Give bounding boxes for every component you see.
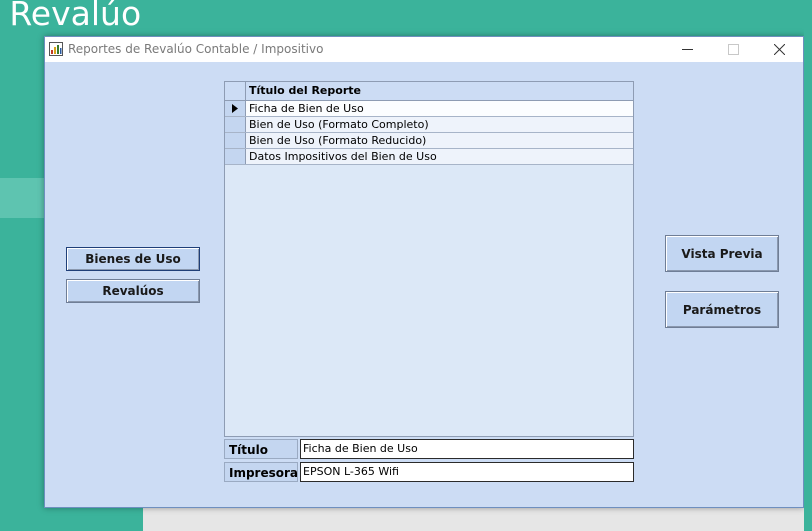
grid-header: Título del Reporte [225,82,633,101]
minimize-icon [682,49,693,50]
close-icon [774,44,785,55]
grid-header-indicator [225,82,246,100]
maximize-icon [728,44,739,55]
titulo-label: Título [224,439,298,459]
row-indicator [225,101,246,116]
vista-previa-label: Vista Previa [681,247,763,261]
background-panel [143,506,812,531]
impresora-field[interactable]: EPSON L-365 Wifi [300,462,634,482]
grid-row-label: Bien de Uso (Formato Reducido) [249,134,427,147]
grid-row-label: Ficha de Bien de Uso [249,102,364,115]
report-list-grid[interactable]: Título del Reporte Ficha de Bien de Uso … [224,81,634,437]
parametros-label: Parámetros [682,303,762,317]
bienes-de-uso-label: Bienes de Uso [85,252,181,266]
current-row-arrow-icon [232,104,238,113]
row-indicator [225,117,246,132]
grid-row-label: Bien de Uso (Formato Completo) [249,118,429,131]
revaluos-label: Revalúos [102,284,164,298]
app-report-icon [49,42,63,56]
grid-row-formato-completo[interactable]: Bien de Uso (Formato Completo) [225,117,633,133]
impresora-label: Impresora [224,462,298,482]
grid-row-datos-impositivos[interactable]: Datos Impositivos del Bien de Uso [225,149,633,165]
background-sidebar-highlight [0,178,44,218]
grid-row-formato-reducido[interactable]: Bien de Uso (Formato Reducido) [225,133,633,149]
grid-row-ficha[interactable]: Ficha de Bien de Uso [225,101,633,117]
row-indicator [225,149,246,164]
column-header-titulo[interactable]: Título del Reporte [249,84,361,97]
grid-row-label: Datos Impositivos del Bien de Uso [249,150,437,163]
titulo-field[interactable]: Ficha de Bien de Uso [300,439,634,459]
minimize-button[interactable] [665,37,711,62]
reports-dialog: Reportes de Revalúo Contable / Impositiv… [44,36,804,508]
revaluos-button[interactable]: Revalúos [66,279,200,303]
title-bar[interactable]: Reportes de Revalúo Contable / Impositiv… [45,37,803,62]
background-right-edge [804,0,812,531]
bienes-de-uso-button[interactable]: Bienes de Uso [66,247,200,271]
window-title: Reportes de Revalúo Contable / Impositiv… [68,42,324,56]
parametros-button[interactable]: Parámetros [665,291,779,328]
maximize-button[interactable] [711,37,757,62]
row-indicator [225,133,246,148]
vista-previa-button[interactable]: Vista Previa [665,235,779,272]
background-app-title: ) Revalúo [0,0,142,33]
close-button[interactable] [757,37,803,62]
